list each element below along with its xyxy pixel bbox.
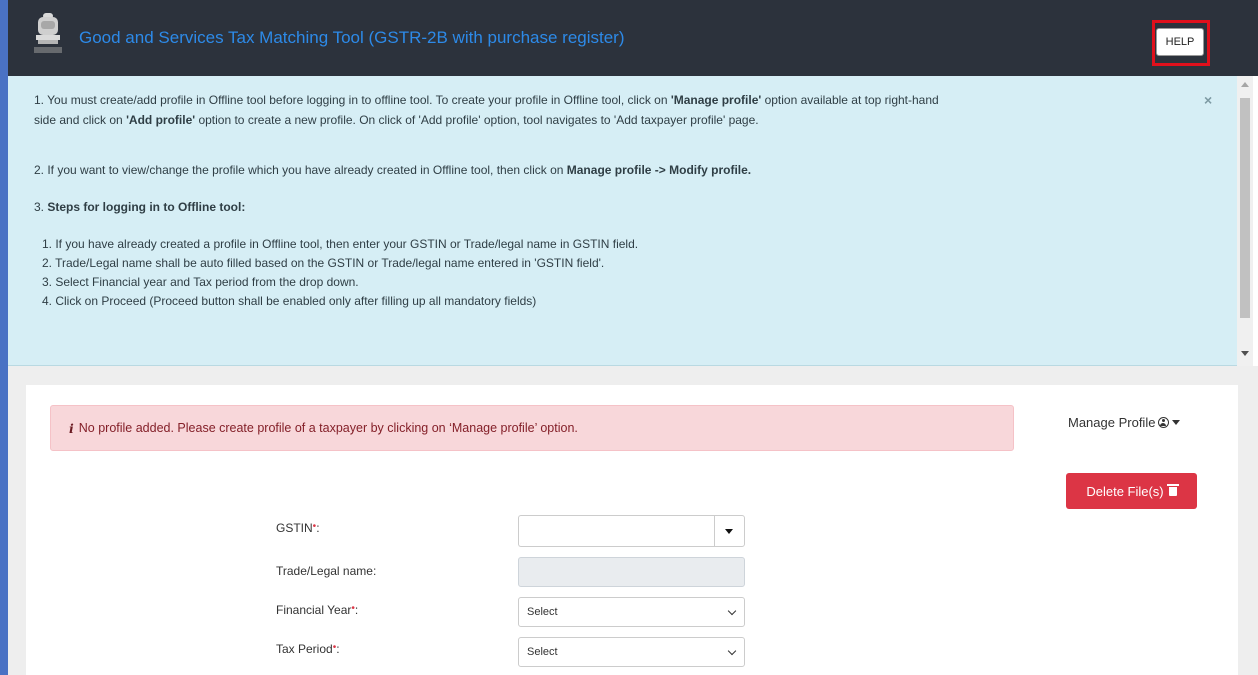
gstin-input[interactable] — [518, 515, 714, 547]
instruction-1: 1. You must create/add profile in Offlin… — [34, 93, 939, 127]
alert-text: No profile added. Please create profile … — [78, 421, 578, 435]
tax-period-value: Select — [527, 646, 558, 658]
step-item: 1. If you have already created a profile… — [42, 237, 639, 251]
financial-year-value: Select — [527, 606, 558, 618]
scroll-down-icon[interactable] — [1241, 351, 1249, 356]
caret-down-icon — [1172, 420, 1181, 425]
instruction-3: 3. Steps for logging in to Offline tool: — [34, 200, 246, 214]
manage-profile-label: Manage Profile — [1068, 415, 1156, 430]
app-title: Good and Services Tax Matching Tool (GST… — [79, 28, 625, 47]
delete-files-button[interactable]: Delete File(s) — [1066, 473, 1197, 509]
national-emblem-icon — [34, 13, 62, 53]
financial-year-label: Financial Year•: — [276, 603, 359, 617]
delete-files-label: Delete File(s) — [1086, 483, 1164, 499]
window-left-border — [0, 0, 8, 675]
no-profile-alert: i No profile added. Please create profil… — [50, 405, 1014, 451]
chevron-down-icon — [727, 646, 737, 656]
app-header: Good and Services Tax Matching Tool (GST… — [8, 0, 1258, 76]
instructions-panel: 1. You must create/add profile in Offlin… — [8, 76, 1237, 366]
user-circle-icon — [1158, 417, 1170, 428]
scroll-up-icon[interactable] — [1241, 82, 1249, 87]
help-button[interactable]: HELP — [1156, 28, 1204, 56]
scroll-thumb[interactable] — [1240, 98, 1250, 318]
tax-period-select[interactable]: Select — [518, 637, 745, 667]
step-item: 3. Select Financial year and Tax period … — [42, 275, 359, 289]
caret-down-icon — [725, 529, 733, 534]
trade-name-field — [518, 557, 745, 587]
manage-profile-dropdown[interactable]: Manage Profile — [1068, 415, 1181, 430]
close-icon[interactable]: × — [1204, 92, 1212, 108]
gstin-label: GSTIN•: — [276, 521, 320, 535]
info-icon: i — [69, 420, 74, 436]
step-item: 4. Click on Proceed (Proceed button shal… — [42, 294, 537, 308]
financial-year-select[interactable]: Select — [518, 597, 745, 627]
trade-name-label: Trade/Legal name: — [276, 564, 377, 578]
instruction-2: 2. If you want to view/change the profil… — [34, 163, 752, 177]
tax-period-label: Tax Period•: — [276, 642, 340, 656]
gstin-dropdown-toggle[interactable] — [714, 515, 745, 547]
trash-icon — [1166, 483, 1179, 496]
chevron-down-icon — [727, 606, 737, 616]
step-item: 2. Trade/Legal name shall be auto filled… — [42, 256, 605, 270]
